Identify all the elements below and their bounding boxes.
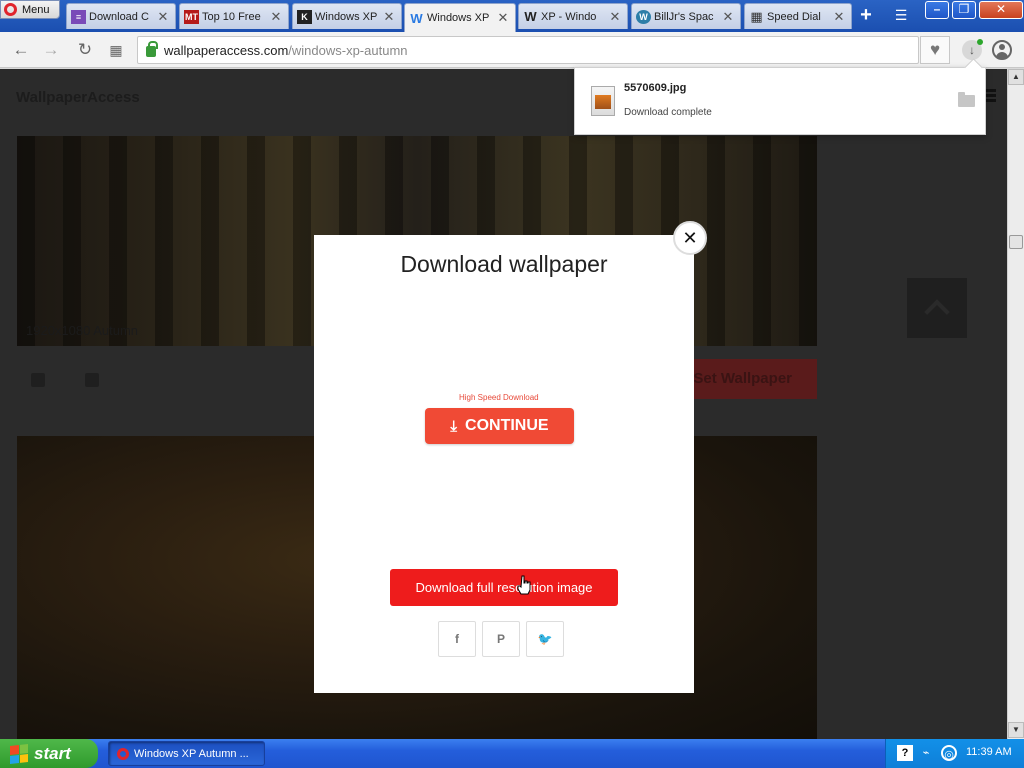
system-tray: ? ⌁ ◎ 11:39 AM xyxy=(885,739,1024,768)
download-modal: Download wallpaper High Speed Download ⤓… xyxy=(314,235,694,693)
site-logo[interactable]: WallpaperAccess xyxy=(16,89,140,106)
pinterest-icon[interactable] xyxy=(85,373,99,387)
tab-close-icon[interactable]: ✕ xyxy=(721,9,735,25)
windows-flag-icon xyxy=(10,743,28,764)
tab-close-icon[interactable]: ✕ xyxy=(832,9,846,25)
hand-cursor-icon xyxy=(517,575,531,595)
url-host: wallpaperaccess.com xyxy=(164,42,289,58)
vertical-scrollbar[interactable]: ▲ ▼ xyxy=(1007,69,1024,739)
volume-icon[interactable]: ◎ xyxy=(941,745,957,761)
download-arrow-icon: ⤓ xyxy=(450,417,458,435)
tab-label: Top 10 Free xyxy=(202,10,261,23)
tab-billjr-space[interactable]: W BillJr's Spac ✕ xyxy=(631,3,741,29)
minimize-button[interactable]: – xyxy=(925,1,949,19)
tab-close-icon[interactable]: ✕ xyxy=(496,10,510,26)
tab-xp-windows[interactable]: W XP - Windo ✕ xyxy=(518,3,628,29)
k-icon: K xyxy=(297,9,312,24)
bookmark-heart-icon[interactable]: ♥ xyxy=(920,36,950,64)
opera-icon xyxy=(117,747,129,760)
tab-label: Windows XP xyxy=(315,10,378,23)
tab-windows-xp-active[interactable]: W Windows XP ✕ xyxy=(404,3,516,32)
wallpaperaccess-icon: W xyxy=(410,10,423,26)
tab-speed-dial[interactable]: ▦ Speed Dial ✕ xyxy=(744,3,852,29)
continue-label: CONTINUE xyxy=(465,417,549,434)
high-speed-download-label: High Speed Download xyxy=(459,393,539,402)
modal-close-button[interactable]: ✕ xyxy=(673,221,707,255)
download-popup: 5570609.jpg Download complete xyxy=(574,67,986,135)
browser-menu-button[interactable]: Menu xyxy=(0,0,60,19)
tab-close-icon[interactable]: ✕ xyxy=(608,9,622,25)
tab-close-icon[interactable]: ✕ xyxy=(382,9,396,25)
opera-logo-icon xyxy=(4,3,17,16)
tab-menu-icon[interactable]: ☰ xyxy=(889,7,913,25)
start-label: start xyxy=(34,743,71,763)
download-full-resolution-button[interactable]: Download full resolution image xyxy=(390,569,618,606)
start-button[interactable]: start xyxy=(0,739,98,768)
tab-label: Download C xyxy=(89,10,149,23)
tab-top-10-free[interactable]: MT Top 10 Free ✕ xyxy=(179,3,289,29)
taskbar-item-opera[interactable]: Windows XP Autumn ... xyxy=(108,741,265,766)
taskbar: start Windows XP Autumn ... ? ⌁ ◎ 11:39 … xyxy=(0,739,1024,768)
close-window-button[interactable]: ✕ xyxy=(979,1,1023,19)
wordpress-icon: W xyxy=(636,9,651,24)
network-icon[interactable]: ⌁ xyxy=(918,745,934,761)
taskbar-item-label: Windows XP Autumn ... xyxy=(134,747,249,760)
tab-label: Speed Dial xyxy=(767,10,821,23)
reload-icon[interactable]: ↻ xyxy=(75,40,95,60)
scroll-down-arrow-icon[interactable]: ▼ xyxy=(1008,722,1024,738)
tab-close-icon[interactable]: ✕ xyxy=(269,9,283,25)
image-file-icon xyxy=(591,86,615,116)
help-icon[interactable]: ? xyxy=(897,745,913,761)
open-folder-icon[interactable] xyxy=(958,92,975,107)
browser-menu-label: Menu xyxy=(22,3,50,16)
page-icon: ≡ xyxy=(71,9,86,24)
tab-label: Windows XP xyxy=(427,12,490,24)
download-complete-dot xyxy=(977,39,983,45)
scroll-up-arrow-icon[interactable]: ▲ xyxy=(1008,69,1024,85)
tab-close-icon[interactable]: ✕ xyxy=(156,9,170,25)
download-status: Download complete xyxy=(624,107,712,118)
share-pinterest-icon[interactable]: P xyxy=(482,621,520,657)
speed-dial-grid-icon[interactable]: ▦ xyxy=(106,40,126,60)
share-facebook-icon[interactable]: f xyxy=(438,621,476,657)
maximize-button[interactable]: ❐ xyxy=(952,1,976,19)
new-tab-plus-icon[interactable]: + xyxy=(856,5,876,26)
resolution-label: 1920x1080 Autumn xyxy=(26,323,139,338)
tab-strip: Menu ≡ Download C ✕ MT Top 10 Free ✕ K W… xyxy=(0,0,1024,32)
scroll-thumb[interactable] xyxy=(1009,235,1023,249)
wikipedia-icon: W xyxy=(524,9,537,24)
tab-windows-xp-1[interactable]: K Windows XP ✕ xyxy=(292,3,402,29)
facebook-icon[interactable] xyxy=(31,373,45,387)
tab-label: XP - Windo xyxy=(541,10,597,23)
speed-dial-icon: ▦ xyxy=(750,8,763,24)
mt-icon: MT xyxy=(184,9,199,24)
downloads-icon[interactable]: ↓ xyxy=(962,39,983,60)
back-arrow-icon[interactable]: ← xyxy=(11,40,31,60)
scroll-top-button[interactable] xyxy=(907,278,967,338)
download-filename[interactable]: 5570609.jpg xyxy=(624,82,686,94)
lock-icon xyxy=(146,40,158,57)
address-bar[interactable]: wallpaperaccess.com/windows-xp-autumn xyxy=(137,36,919,64)
tab-download[interactable]: ≡ Download C ✕ xyxy=(66,3,176,29)
tab-label: BillJr's Spac xyxy=(654,10,714,23)
taskbar-clock: 11:39 AM xyxy=(966,746,1012,758)
forward-arrow-icon[interactable]: → xyxy=(41,40,61,60)
share-twitter-icon[interactable]: 🐦 xyxy=(526,621,564,657)
url-path: /windows-xp-autumn xyxy=(288,42,408,58)
continue-button[interactable]: ⤓ CONTINUE xyxy=(425,408,574,444)
account-icon[interactable] xyxy=(992,40,1012,60)
address-toolbar: ← → ↻ ▦ wallpaperaccess.com/windows-xp-a… xyxy=(0,32,1024,68)
modal-title: Download wallpaper xyxy=(400,251,608,277)
